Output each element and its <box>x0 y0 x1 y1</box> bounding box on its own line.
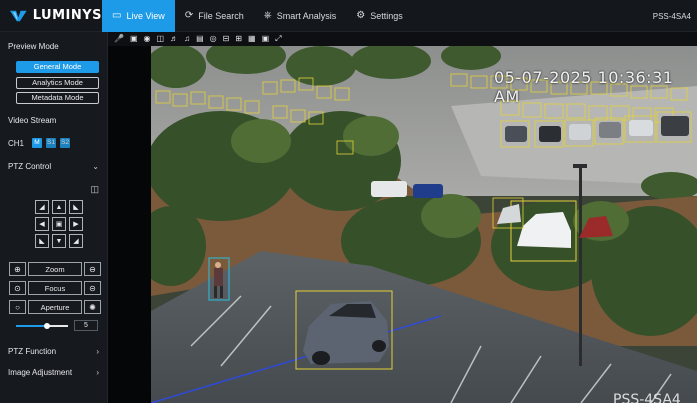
focus-near-icon[interactable]: ⊙ <box>9 281 26 295</box>
chevron-right-icon[interactable]: › <box>96 368 99 377</box>
stream-sub1-button[interactable]: S1 <box>46 138 57 148</box>
ptz-speed-slider[interactable] <box>16 323 68 329</box>
general-mode-button[interactable]: General Mode <box>16 61 99 73</box>
stream-main-button[interactable]: M <box>32 138 43 148</box>
layout-icon[interactable]: ⊟ <box>223 35 230 43</box>
video-watermark: PSS-4SA4 <box>613 392 681 403</box>
slider-handle[interactable] <box>44 323 51 329</box>
talk-icon[interactable]: ♫ <box>184 35 190 43</box>
tilt-down-button[interactable]: ▼ <box>52 234 66 248</box>
analysis-icon: ⎈ <box>263 9 272 21</box>
stream-sub2-button[interactable]: S2 <box>60 138 71 148</box>
top-nav-bar: LUMINYS ▭ Live View ⟳ File Search ⎈ Smar… <box>0 0 697 32</box>
live-video-feed[interactable]: 05-07-2025 10:36:31 AM PSS-4SA4 <box>151 46 697 403</box>
aperture-open-icon[interactable]: ✺ <box>84 300 101 314</box>
control-sidebar: Preview Mode General Mode Analytics Mode… <box>0 32 108 403</box>
aperture-close-icon[interactable]: ○ <box>9 300 26 314</box>
microphone-icon[interactable]: 🎤 <box>114 35 124 43</box>
fullscreen-icon[interactable]: ⤢ <box>275 35 281 43</box>
ptz-function-title[interactable]: PTZ Function <box>8 347 56 356</box>
zoom-region-icon[interactable]: ▤ <box>196 35 204 43</box>
focus-far-icon[interactable]: ⊝ <box>84 281 101 295</box>
tab-label: File Search <box>198 10 244 21</box>
video-stream-title: Video Stream <box>8 116 57 125</box>
tab-live-view[interactable]: ▭ Live View <box>102 0 175 32</box>
ptz-control-title: PTZ Control <box>8 162 52 171</box>
zoom-label: Zoom <box>28 262 82 276</box>
device-model: PSS-4SA4 <box>652 11 691 21</box>
pan-down-right-button[interactable]: ◢ <box>69 234 83 248</box>
pan-up-left-button[interactable]: ◢ <box>35 200 49 214</box>
video-timestamp: 05-07-2025 10:36:31 AM <box>494 68 674 106</box>
aperture-row: ○ Aperture ✺ <box>9 300 101 314</box>
video-toolbar: 🎤 ▣ ◉ ◫ ♬ ♫ ▤ ◎ ⊟ ⊞ ▦ ▣ ⤢ <box>108 32 697 46</box>
pan-up-right-button[interactable]: ◣ <box>69 200 83 214</box>
target-icon[interactable]: ◎ <box>210 35 217 43</box>
slider-fill <box>16 325 48 327</box>
chevron-down-icon[interactable]: ⌄ <box>92 162 99 171</box>
tab-smart-analysis[interactable]: ⎈ Smart Analysis <box>254 0 347 32</box>
pan-down-left-button[interactable]: ◣ <box>35 234 49 248</box>
image-adjustment-title[interactable]: Image Adjustment <box>8 368 72 377</box>
gear-icon: ⚙ <box>356 9 366 21</box>
brand-name: LUMINYS <box>32 8 102 23</box>
tab-label: Settings <box>370 10 403 21</box>
tab-label: Live View <box>126 10 165 21</box>
preview-mode-title: Preview Mode <box>8 42 59 51</box>
ptz-direction-pad: ◢ ▲ ◣ ◀ ▣ ▶ ◣ ▼ ◢ <box>35 200 83 248</box>
stream-selector: CH1 M S1 S2 <box>8 138 71 148</box>
preset-icon[interactable]: ◫ <box>90 184 99 195</box>
tilt-up-button[interactable]: ▲ <box>52 200 66 214</box>
zoom-row: ⊕ Zoom ⊖ <box>9 262 101 276</box>
focus-row: ⊙ Focus ⊝ <box>9 281 101 295</box>
focus-label: Focus <box>28 281 82 295</box>
tab-file-search[interactable]: ⟳ File Search <box>175 0 254 32</box>
window-icon[interactable]: ▦ <box>248 35 256 43</box>
monitor-icon: ▭ <box>112 9 122 21</box>
video-left-margin <box>108 46 151 403</box>
history-icon: ⟳ <box>184 9 194 21</box>
pan-right-button[interactable]: ▶ <box>69 217 83 231</box>
zoom-out-icon[interactable]: ⊖ <box>84 262 101 276</box>
brand-logo: LUMINYS <box>0 0 102 32</box>
ptz-speed-value[interactable]: 5 <box>74 320 98 331</box>
analytics-mode-button[interactable]: Analytics Mode <box>16 77 99 89</box>
zoom-in-icon[interactable]: ⊕ <box>9 262 26 276</box>
luminys-logo-icon <box>10 10 27 21</box>
app-window: LUMINYS ▭ Live View ⟳ File Search ⎈ Smar… <box>0 0 697 403</box>
chevron-right-icon[interactable]: › <box>96 347 99 356</box>
record-icon[interactable]: ◫ <box>157 35 165 43</box>
channel-label: CH1 <box>8 138 25 148</box>
tab-label: Smart Analysis <box>276 10 337 21</box>
metadata-mode-button[interactable]: Metadata Mode <box>16 92 99 104</box>
snapshot-icon[interactable]: ◉ <box>144 35 151 43</box>
aperture-label: Aperture <box>28 300 82 314</box>
tab-settings[interactable]: ⚙ Settings <box>346 0 413 32</box>
camera-icon[interactable]: ▣ <box>262 35 270 43</box>
grid-icon[interactable]: ⊞ <box>235 35 242 43</box>
ptz-center-icon[interactable]: ▣ <box>52 217 66 231</box>
stop-icon[interactable]: ▣ <box>130 35 138 43</box>
audio-icon[interactable]: ♬ <box>170 35 178 43</box>
pan-left-button[interactable]: ◀ <box>35 217 49 231</box>
